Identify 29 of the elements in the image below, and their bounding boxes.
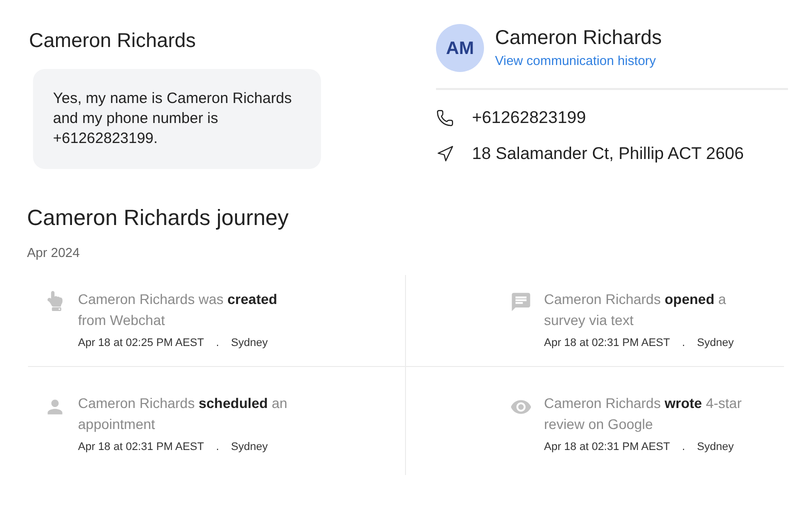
chat-bubble-icon (510, 291, 532, 313)
communication-history-link[interactable]: View communication history (495, 52, 656, 68)
event-description: Cameron Richards scheduled an appointment (78, 394, 288, 434)
event-location: Sydney (697, 441, 734, 453)
chat-message: Yes, my name is Cameron Richards and my phone number is +61262823199. (33, 69, 321, 169)
event-time: Apr 18 at 02:31 PM AEST (78, 441, 204, 453)
event-location: Sydney (697, 337, 734, 349)
journey-title: Cameron Richards journey (27, 205, 290, 231)
event-description: Cameron Richards was created from Webchat (78, 290, 278, 330)
contact-name: Cameron Richards (495, 26, 662, 50)
event-time: Apr 18 at 02:25 PM AEST (78, 337, 204, 349)
sender-name: Cameron Richards (29, 30, 197, 53)
phone-icon (436, 109, 454, 127)
event-description: Cameron Richards opened a survey via text (544, 290, 728, 330)
address: 18 Salamander Ct, Phillip ACT 2606 (472, 144, 744, 164)
navigation-arrow-icon (436, 145, 454, 163)
event-location: Sydney (231, 337, 268, 349)
separator-dot: . (216, 337, 220, 349)
phone-number: +61262823199 (472, 108, 586, 128)
event-description: Cameron Richards wrote 4-star review on Google (544, 394, 743, 434)
hand-icon (45, 291, 65, 311)
separator-dot: . (682, 441, 686, 453)
event-time: Apr 18 at 02:31 PM AEST (544, 337, 670, 349)
separator-dot: . (216, 441, 220, 453)
separator-dot: . (682, 337, 686, 349)
event-location: Sydney (231, 441, 268, 453)
avatar-initials: AM (436, 24, 484, 72)
journey-period: Apr 2024 (27, 245, 81, 260)
event-time: Apr 18 at 02:31 PM AEST (544, 441, 670, 453)
